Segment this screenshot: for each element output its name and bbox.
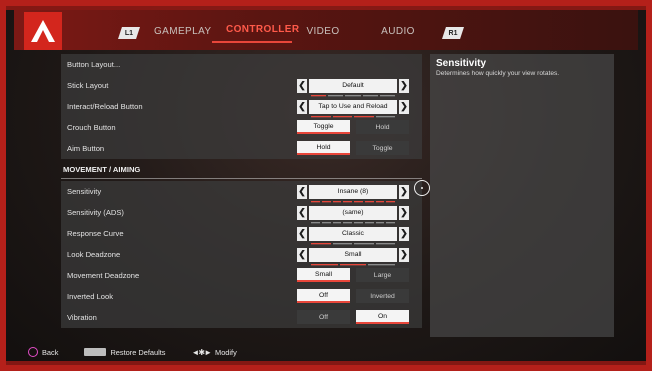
sensitivity-selector[interactable]: ❮ Insane (8) ❯: [297, 184, 409, 203]
chevron-right-icon[interactable]: ❯: [399, 205, 409, 220]
button-layout-row[interactable]: Button Layout...: [61, 54, 422, 75]
response-curve-value-text: Classic: [342, 230, 364, 237]
sensitivity-ads-value-text: (same): [342, 209, 364, 216]
inverted-look-row[interactable]: Inverted Look Off Inverted: [61, 286, 422, 307]
sensitivity-value-text: Insane (8): [337, 188, 369, 195]
chevron-left-icon[interactable]: ❮: [297, 99, 307, 114]
chevron-left-icon[interactable]: ❮: [297, 184, 307, 199]
crouch-button-row[interactable]: Crouch Button Toggle Hold: [61, 117, 422, 138]
response-curve-selector[interactable]: ❮ Classic ❯: [297, 226, 409, 245]
modify-prompt[interactable]: ◄✱► Modify: [191, 348, 236, 357]
response-curve-row[interactable]: Response Curve ❮ Classic ❯: [61, 223, 422, 245]
stick-layout-value-text: Default: [342, 82, 364, 89]
aim-option-toggle[interactable]: Toggle: [356, 141, 409, 155]
chevron-left-icon[interactable]: ❮: [297, 226, 307, 241]
vibration-toggle[interactable]: Off On: [297, 310, 409, 325]
movement-deadzone-option-large[interactable]: Large: [356, 268, 409, 282]
chevron-right-icon[interactable]: ❯: [399, 247, 409, 262]
circle-button-icon: [28, 347, 38, 357]
aim-toggle[interactable]: Hold Toggle: [297, 141, 409, 156]
description-title: Sensitivity: [436, 58, 487, 69]
look-deadzone-value-text: Small: [344, 251, 362, 258]
movement-deadzone-toggle[interactable]: Small Large: [297, 268, 409, 283]
sensitivity-ads-value: (same): [309, 205, 397, 224]
aim-option-hold[interactable]: Hold: [297, 141, 350, 155]
chevron-right-icon[interactable]: ❯: [399, 99, 409, 114]
apex-logo-icon: [31, 20, 55, 42]
interact-reload-selector[interactable]: ❮ Tap to Use and Reload ❯: [297, 99, 409, 118]
back-label: Back: [42, 347, 59, 357]
settings-list: Button Layout... Stick Layout ❮ Default …: [61, 54, 422, 328]
tab-audio[interactable]: AUDIO: [354, 21, 442, 43]
interact-reload-row[interactable]: Interact/Reload Button ❮ Tap to Use and …: [61, 96, 422, 118]
vibration-option-on[interactable]: On: [356, 310, 409, 324]
button-layout-label: Button Layout...: [67, 59, 121, 69]
look-deadzone-value: Small: [309, 247, 397, 266]
interact-reload-value-text: Tap to Use and Reload: [318, 103, 388, 110]
stick-layout-value: Default: [309, 78, 397, 97]
aim-button-row[interactable]: Aim Button Hold Toggle: [61, 138, 422, 159]
back-prompt[interactable]: Back: [28, 347, 58, 357]
modify-label: Modify: [215, 347, 237, 357]
stick-layout-selector[interactable]: ❮ Default ❯: [297, 78, 409, 97]
apex-logo: [24, 12, 62, 50]
sensitivity-ads-row[interactable]: Sensitivity (ADS) ❮ (same) ❯: [61, 202, 422, 224]
movement-deadzone-option-small[interactable]: Small: [297, 268, 350, 282]
crouch-option-hold[interactable]: Hold: [356, 120, 409, 134]
chevron-right-icon[interactable]: ❯: [399, 184, 409, 199]
restore-defaults-prompt[interactable]: Restore Defaults: [84, 348, 165, 357]
description-panel: Sensitivity Determines how quickly your …: [430, 54, 614, 337]
chevron-left-icon[interactable]: ❮: [297, 78, 307, 93]
restore-defaults-label: Restore Defaults: [110, 347, 166, 357]
settings-tabs: L1 GAMEPLAY CONTROLLER VIDEO AUDIO R1: [118, 17, 464, 43]
tab-video[interactable]: VIDEO: [292, 21, 354, 43]
touchpad-button-icon: [84, 348, 107, 356]
look-deadzone-row[interactable]: Look Deadzone ❮ Small ❯: [61, 244, 422, 266]
r1-bumper-icon[interactable]: R1: [442, 27, 464, 39]
tab-controller[interactable]: CONTROLLER: [212, 19, 299, 43]
section-movement-aiming: MOVEMENT / AIMING: [61, 159, 422, 179]
chevron-right-icon[interactable]: ❯: [399, 78, 409, 93]
crouch-option-toggle[interactable]: Toggle: [297, 120, 350, 134]
vibration-option-off[interactable]: Off: [297, 310, 350, 324]
description-text: Determines how quickly your view rotates…: [436, 70, 560, 77]
footer-prompts: Back Restore Defaults ◄✱► Modify: [28, 345, 263, 359]
sensitivity-row[interactable]: Sensitivity ❮ Insane (8) ❯: [61, 181, 422, 203]
inverted-look-option-inverted[interactable]: Inverted: [356, 289, 409, 303]
sensitivity-ads-selector[interactable]: ❮ (same) ❯: [297, 205, 409, 224]
sensitivity-value: Insane (8): [309, 184, 397, 203]
interact-reload-value: Tap to Use and Reload: [309, 99, 397, 118]
crouch-toggle[interactable]: Toggle Hold: [297, 120, 409, 135]
movement-deadzone-row[interactable]: Movement Deadzone Small Large: [61, 265, 422, 286]
look-deadzone-selector[interactable]: ❮ Small ❯: [297, 247, 409, 266]
chevron-left-icon[interactable]: ❮: [297, 247, 307, 262]
l1-bumper-icon[interactable]: L1: [118, 27, 140, 39]
chevron-left-icon[interactable]: ❮: [297, 205, 307, 220]
vibration-row[interactable]: Vibration Off On: [61, 307, 422, 328]
stick-layout-row[interactable]: Stick Layout ❮ Default ❯: [61, 75, 422, 97]
inverted-look-toggle[interactable]: Off Inverted: [297, 289, 409, 304]
dpad-icon: ◄✱►: [191, 347, 212, 357]
tab-gameplay[interactable]: GAMEPLAY: [140, 21, 212, 43]
inverted-look-option-off[interactable]: Off: [297, 289, 350, 303]
chevron-right-icon[interactable]: ❯: [399, 226, 409, 241]
response-curve-value: Classic: [309, 226, 397, 245]
cursor-reticle-icon: [414, 180, 430, 196]
